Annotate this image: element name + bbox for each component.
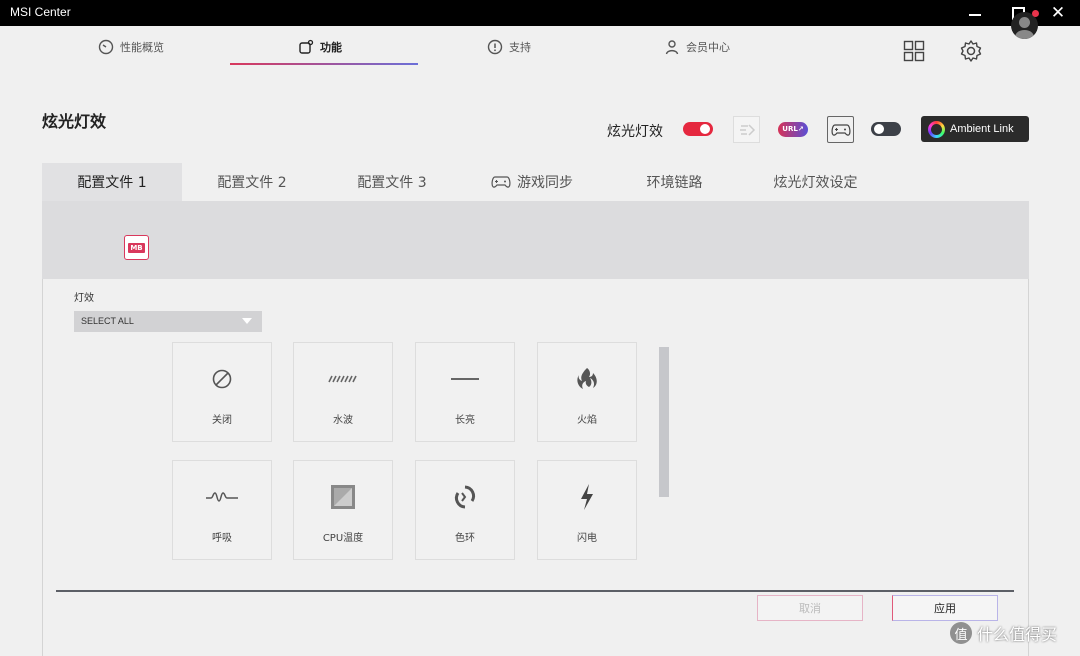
effect-card-steady[interactable]: 长亮	[415, 342, 515, 442]
device-strip	[42, 201, 1029, 279]
tab-profile-1[interactable]: 配置文件 1	[42, 163, 182, 201]
tab-profile-3[interactable]: 配置文件 3	[322, 163, 462, 201]
footer-divider	[56, 590, 1014, 592]
app-title: MSI Center	[10, 5, 71, 19]
effect-card-label: CPU温度	[322, 533, 364, 544]
user-icon	[665, 40, 679, 55]
off-icon	[173, 365, 271, 393]
motherboard-badge: MB	[128, 242, 145, 253]
chevron-down-icon	[242, 318, 252, 324]
mystic-light-toggle[interactable]	[683, 122, 713, 136]
panel-border-right	[1028, 279, 1029, 656]
mystic-light-toggle-label: 炫光灯效	[607, 124, 663, 140]
gamepad-icon[interactable]	[827, 116, 854, 143]
active-nav-indicator	[230, 63, 418, 65]
url-badge[interactable]: URL↗	[778, 122, 808, 137]
steady-icon	[416, 365, 514, 393]
cpu-temperature-icon	[294, 483, 392, 511]
lightning-icon	[538, 483, 636, 511]
tab-mystic-light-settings[interactable]: 炫光灯效设定	[747, 163, 884, 201]
gamepad-icon	[491, 176, 511, 188]
effect-card-lightning[interactable]: 闪电	[537, 460, 637, 560]
effect-select[interactable]: SELECT ALL	[74, 311, 262, 332]
color-ring-icon	[416, 483, 514, 511]
nav-performance-label: 性能概览	[120, 41, 164, 54]
nav-member-label: 会员中心	[686, 41, 730, 54]
tab-ambient-link[interactable]: 环境链路	[602, 163, 747, 201]
tab-game-sync-label: 游戏同步	[517, 175, 573, 191]
watermark-text: 什么值得买	[977, 625, 1058, 644]
effect-card-label: 色环	[455, 533, 475, 544]
ambient-link-logo-icon	[928, 120, 945, 138]
nav-features-label: 功能	[320, 41, 342, 54]
nav-performance[interactable]: 性能概览	[98, 36, 164, 58]
nav-features[interactable]: 功能	[298, 36, 342, 58]
effect-card-flame[interactable]: 火焰	[537, 342, 637, 442]
page-title: 炫光灯效	[42, 112, 107, 131]
effect-label: 灯效	[74, 293, 94, 304]
nav-support[interactable]: 支持	[487, 36, 531, 58]
close-icon[interactable]: ✕	[1043, 3, 1073, 23]
top-navigation: 性能概览 功能 支持 会员中心	[0, 26, 1080, 70]
effect-card-label: 长亮	[455, 415, 475, 426]
tab-profile-2[interactable]: 配置文件 2	[182, 163, 322, 201]
watermark: 值 什么值得买	[950, 621, 1057, 645]
title-bar: MSI Center ✕	[0, 0, 1080, 26]
sync-effect-icon[interactable]	[733, 116, 760, 143]
ambient-link-button[interactable]: Ambient Link	[921, 116, 1029, 142]
gear-icon[interactable]	[958, 38, 984, 64]
panel-border-left	[42, 279, 43, 656]
flame-icon	[538, 365, 636, 393]
effect-card-color-ring[interactable]: 色环	[415, 460, 515, 560]
effect-card-label: 闪电	[577, 533, 597, 544]
tab-game-sync[interactable]: 游戏同步	[462, 163, 602, 201]
effect-card-label: 关闭	[212, 415, 232, 426]
effect-card-off[interactable]: 关闭	[172, 342, 272, 442]
watermark-logo: 值	[950, 622, 972, 644]
gauge-icon	[98, 39, 114, 55]
breathing-icon	[173, 483, 271, 511]
effects-scrollbar[interactable]	[659, 347, 669, 497]
motherboard-icon[interactable]: MB	[124, 235, 149, 260]
ambient-link-label: Ambient Link	[950, 123, 1014, 135]
effect-card-breathing[interactable]: 呼吸	[172, 460, 272, 560]
effect-card-wave[interactable]: 水波	[293, 342, 393, 442]
nav-support-label: 支持	[509, 41, 531, 54]
notification-dot	[1032, 10, 1039, 17]
alert-icon	[487, 39, 503, 55]
features-icon	[299, 39, 314, 54]
nav-member-center[interactable]: 会员中心	[664, 36, 730, 58]
effect-card-label: 水波	[333, 415, 353, 426]
apply-button[interactable]: 应用	[892, 595, 998, 621]
effect-select-value: SELECT ALL	[81, 316, 134, 326]
cancel-button[interactable]: 取消	[757, 595, 863, 621]
grid-icon[interactable]	[901, 38, 927, 64]
effect-card-cpu-temperature[interactable]: CPU温度	[293, 460, 393, 560]
effect-card-label: 呼吸	[212, 533, 232, 544]
secondary-toggle[interactable]	[871, 122, 901, 136]
minimize-icon[interactable]	[960, 3, 990, 23]
wave-icon	[294, 365, 392, 393]
effect-card-label: 火焰	[577, 415, 597, 426]
